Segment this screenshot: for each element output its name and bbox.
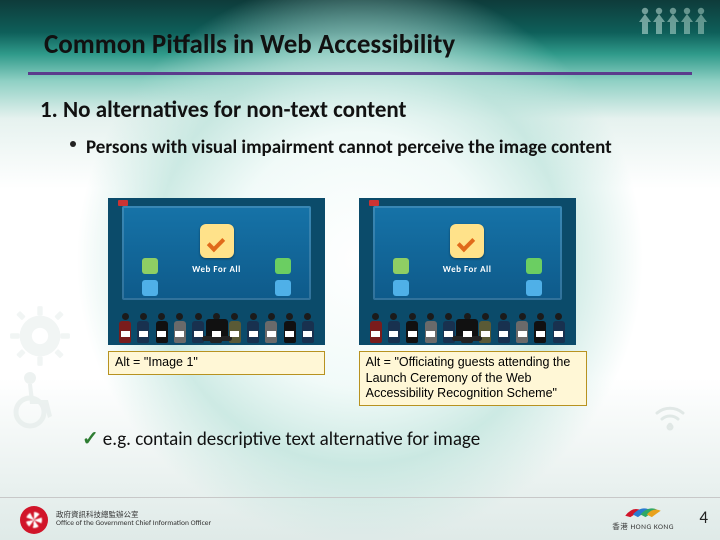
example-image-1: Web For All [108,198,325,345]
wifi-icon [650,395,690,435]
banner-text: Web For All [373,264,562,275]
tip-line: ✓e.g. contain descriptive text alternati… [82,426,480,451]
slide-title: Common Pitfalls in Web Accessibility [44,28,455,61]
wheelchair-icon [6,368,70,432]
checkmark-icon: ✓ [82,427,99,451]
slide: Common Pitfalls in Web Accessibility 1. … [0,0,720,540]
footer-logo-left: 政府資訊科技總監辦公室 Office of the Government Chi… [20,506,211,534]
check-icon [450,224,484,258]
hongkong-brand-icon [624,504,662,520]
bullet-dot [70,141,76,147]
bullet-text: Persons with visual impairment cannot pe… [86,136,666,160]
check-icon [200,224,234,258]
footer-left-line2: Office of the Government Chief Informati… [56,520,211,528]
tip-text: e.g. contain descriptive text alternativ… [103,428,480,451]
alt-text-label-1: Alt = "Image 1" [108,351,325,375]
footer-divider [0,497,720,498]
bottom-left-decoration [0,300,120,480]
footer-logo-right: 香港 HONG KONG [612,504,674,532]
example-image-2: Web For All [359,198,576,345]
bauhinia-emblem-icon [20,506,48,534]
example-images-row: Web For All Alt = "Image 1" [108,198,606,406]
people-chain-decoration [640,6,710,36]
banner-text: Web For All [122,264,311,275]
crowd-illustration [118,293,315,337]
alt-text-label-2: Alt = "Officiating guests attending the … [359,351,587,406]
title-underline [28,72,692,75]
gear-icon [6,302,74,370]
page-number: 4 [699,507,708,528]
crowd-illustration [369,293,566,337]
section-heading: 1. No alternatives for non-text content [40,96,407,124]
